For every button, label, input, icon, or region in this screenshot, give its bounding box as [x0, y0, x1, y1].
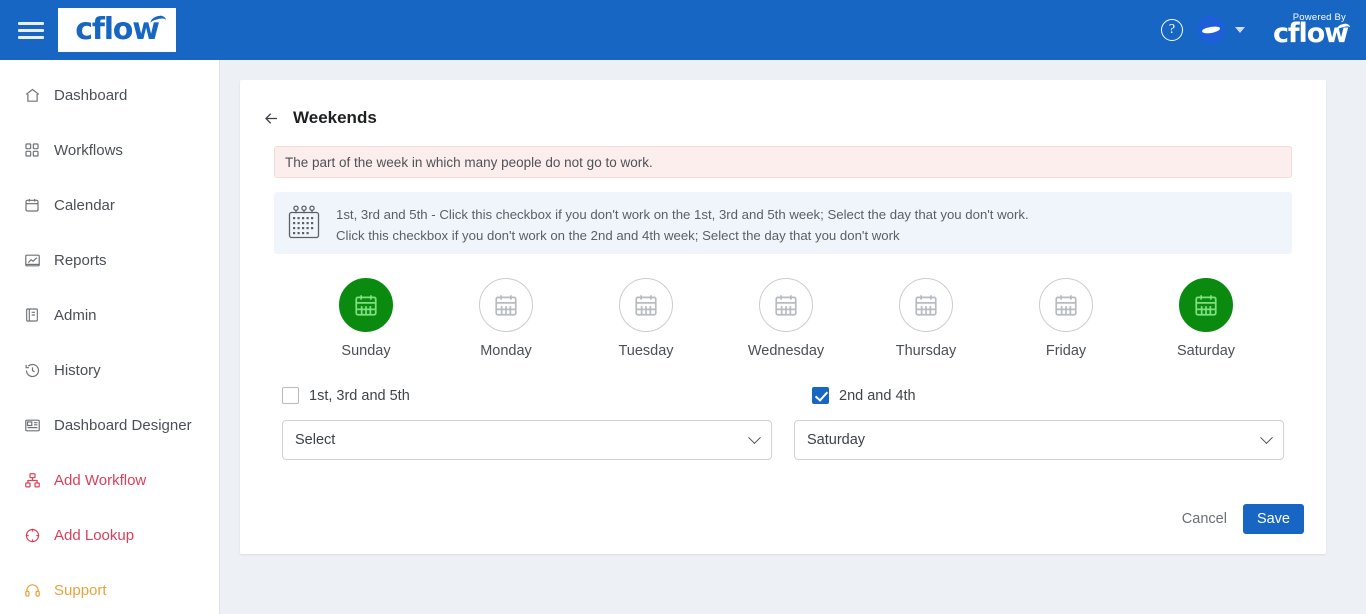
sidebar-item-label: Reports [54, 251, 107, 269]
day-selector: Sunday Monday Tuesday Wednesday Thursday… [312, 278, 1260, 359]
sidebar-item-dashboard-designer[interactable]: Dashboard Designer [0, 406, 219, 444]
sidebar-item-workflows[interactable]: Workflows [0, 131, 219, 169]
week-options-row: 1st, 3rd and 5th 2nd and 4th [260, 387, 1306, 404]
hamburger-icon[interactable] [18, 20, 44, 40]
sidebar-item-label: History [54, 361, 101, 379]
day-label: Friday [1045, 343, 1087, 359]
headset-icon [22, 580, 42, 600]
day-label: Thursday [895, 343, 957, 359]
description-alert: The part of the week in which many peopl… [274, 146, 1292, 178]
even-weeks-day-select[interactable]: Saturday [794, 420, 1284, 460]
form-actions: Cancel Save [1178, 504, 1304, 534]
info-line-1: 1st, 3rd and 5th - Click this checkbox i… [336, 207, 1029, 222]
sidebar-item-dashboard[interactable]: Dashboard [0, 76, 219, 114]
day-calendar-icon [759, 278, 813, 332]
top-header: cflow ? Powered By cflow [0, 0, 1366, 60]
dashboard-designer-icon [22, 415, 42, 435]
info-line-2: Click this checkbox if you don't work on… [336, 228, 900, 244]
sidebar-item-add-workflow[interactable]: Add Workflow [0, 461, 219, 499]
help-icon[interactable]: ? [1161, 19, 1183, 41]
sidebar-item-history[interactable]: History [0, 351, 219, 389]
header-actions: ? Powered By cflow [1161, 0, 1366, 60]
cflow-wordmark: cflow [75, 12, 160, 47]
description-alert-text: The part of the week in which many peopl… [285, 154, 653, 170]
odd-weeks-option: 1st, 3rd and 5th [282, 387, 783, 404]
day-label: Tuesday [618, 343, 674, 359]
sidebar-item-reports[interactable]: Reports [0, 241, 219, 279]
main-content: Weekends The part of the week in which m… [220, 60, 1366, 614]
card-header: Weekends [260, 98, 1306, 138]
page-title: Weekends [293, 108, 377, 127]
even-weeks-label[interactable]: 2nd and 4th [839, 388, 916, 404]
calendar-info-icon [286, 204, 322, 245]
odd-weeks-day-select-value: Select [295, 432, 336, 448]
odd-weeks-checkbox[interactable] [282, 387, 299, 404]
day-label: Monday [480, 343, 532, 359]
day-toggle-friday[interactable]: Friday [1012, 278, 1120, 359]
sidebar: Dashboard Workflows Calendar Reports Adm… [0, 60, 220, 614]
sidebar-item-admin[interactable]: Admin [0, 296, 219, 334]
home-icon [22, 85, 42, 105]
day-toggle-tuesday[interactable]: Tuesday [592, 278, 700, 359]
day-toggle-thursday[interactable]: Thursday [872, 278, 980, 359]
sidebar-item-support[interactable]: Support [0, 571, 219, 609]
day-toggle-saturday[interactable]: Saturday [1152, 278, 1260, 359]
book-icon [22, 305, 42, 325]
sidebar-item-label: Calendar [54, 196, 115, 214]
sidebar-item-add-lookup[interactable]: Add Lookup [0, 516, 219, 554]
day-label: Saturday [1176, 343, 1236, 359]
even-weeks-option: 2nd and 4th [783, 387, 1284, 404]
sidebar-item-calendar[interactable]: Calendar [0, 186, 219, 224]
sidebar-item-label: Workflows [54, 141, 123, 159]
day-calendar-icon [1039, 278, 1093, 332]
powered-by-logo: Powered By cflow [1273, 13, 1351, 49]
sidebar-item-label: Admin [54, 306, 97, 324]
report-icon [22, 250, 42, 270]
sidebar-item-label: Support [54, 581, 107, 599]
chevron-down-icon [748, 430, 761, 444]
powered-by-brand: cflow [1273, 17, 1351, 49]
back-arrow-icon[interactable] [262, 109, 281, 128]
weekends-card: Weekends The part of the week in which m… [240, 80, 1326, 554]
day-toggle-sunday[interactable]: Sunday [312, 278, 420, 359]
day-toggle-wednesday[interactable]: Wednesday [732, 278, 840, 359]
day-calendar-icon [1179, 278, 1233, 332]
powered-by-brand-text: cflow [1273, 17, 1349, 49]
sidebar-item-label: Dashboard [54, 86, 128, 104]
info-panel: 1st, 3rd and 5th - Click this checkbox i… [274, 192, 1292, 254]
day-toggle-monday[interactable]: Monday [452, 278, 560, 359]
odd-weeks-label[interactable]: 1st, 3rd and 5th [309, 388, 410, 404]
user-avatar[interactable] [1197, 16, 1225, 44]
clock-history-icon [22, 360, 42, 380]
sidebar-item-label: Add Workflow [54, 471, 147, 489]
day-calendar-icon [899, 278, 953, 332]
add-lookup-icon [22, 525, 42, 545]
chevron-down-icon[interactable] [1235, 27, 1245, 33]
day-label: Sunday [341, 343, 391, 359]
day-calendar-icon [479, 278, 533, 332]
calendar-icon [22, 195, 42, 215]
even-weeks-checkbox[interactable] [812, 387, 829, 404]
add-workflow-icon [22, 470, 42, 490]
day-calendar-icon [619, 278, 673, 332]
chevron-down-icon [1260, 430, 1273, 444]
odd-weeks-day-select[interactable]: Select [282, 420, 772, 460]
day-calendar-icon [339, 278, 393, 332]
info-panel-text: 1st, 3rd and 5th - Click this checkbox i… [336, 204, 1029, 247]
cancel-button[interactable]: Cancel [1178, 505, 1231, 533]
sidebar-item-label: Add Lookup [54, 526, 135, 544]
day-label: Wednesday [747, 343, 825, 359]
even-weeks-day-select-value: Saturday [807, 432, 866, 448]
save-button[interactable]: Save [1242, 504, 1304, 534]
day-select-row: Select Saturday [260, 420, 1306, 460]
sidebar-item-label: Dashboard Designer [54, 416, 192, 434]
cflow-logo[interactable]: cflow [58, 8, 176, 52]
grid-icon [22, 140, 42, 160]
